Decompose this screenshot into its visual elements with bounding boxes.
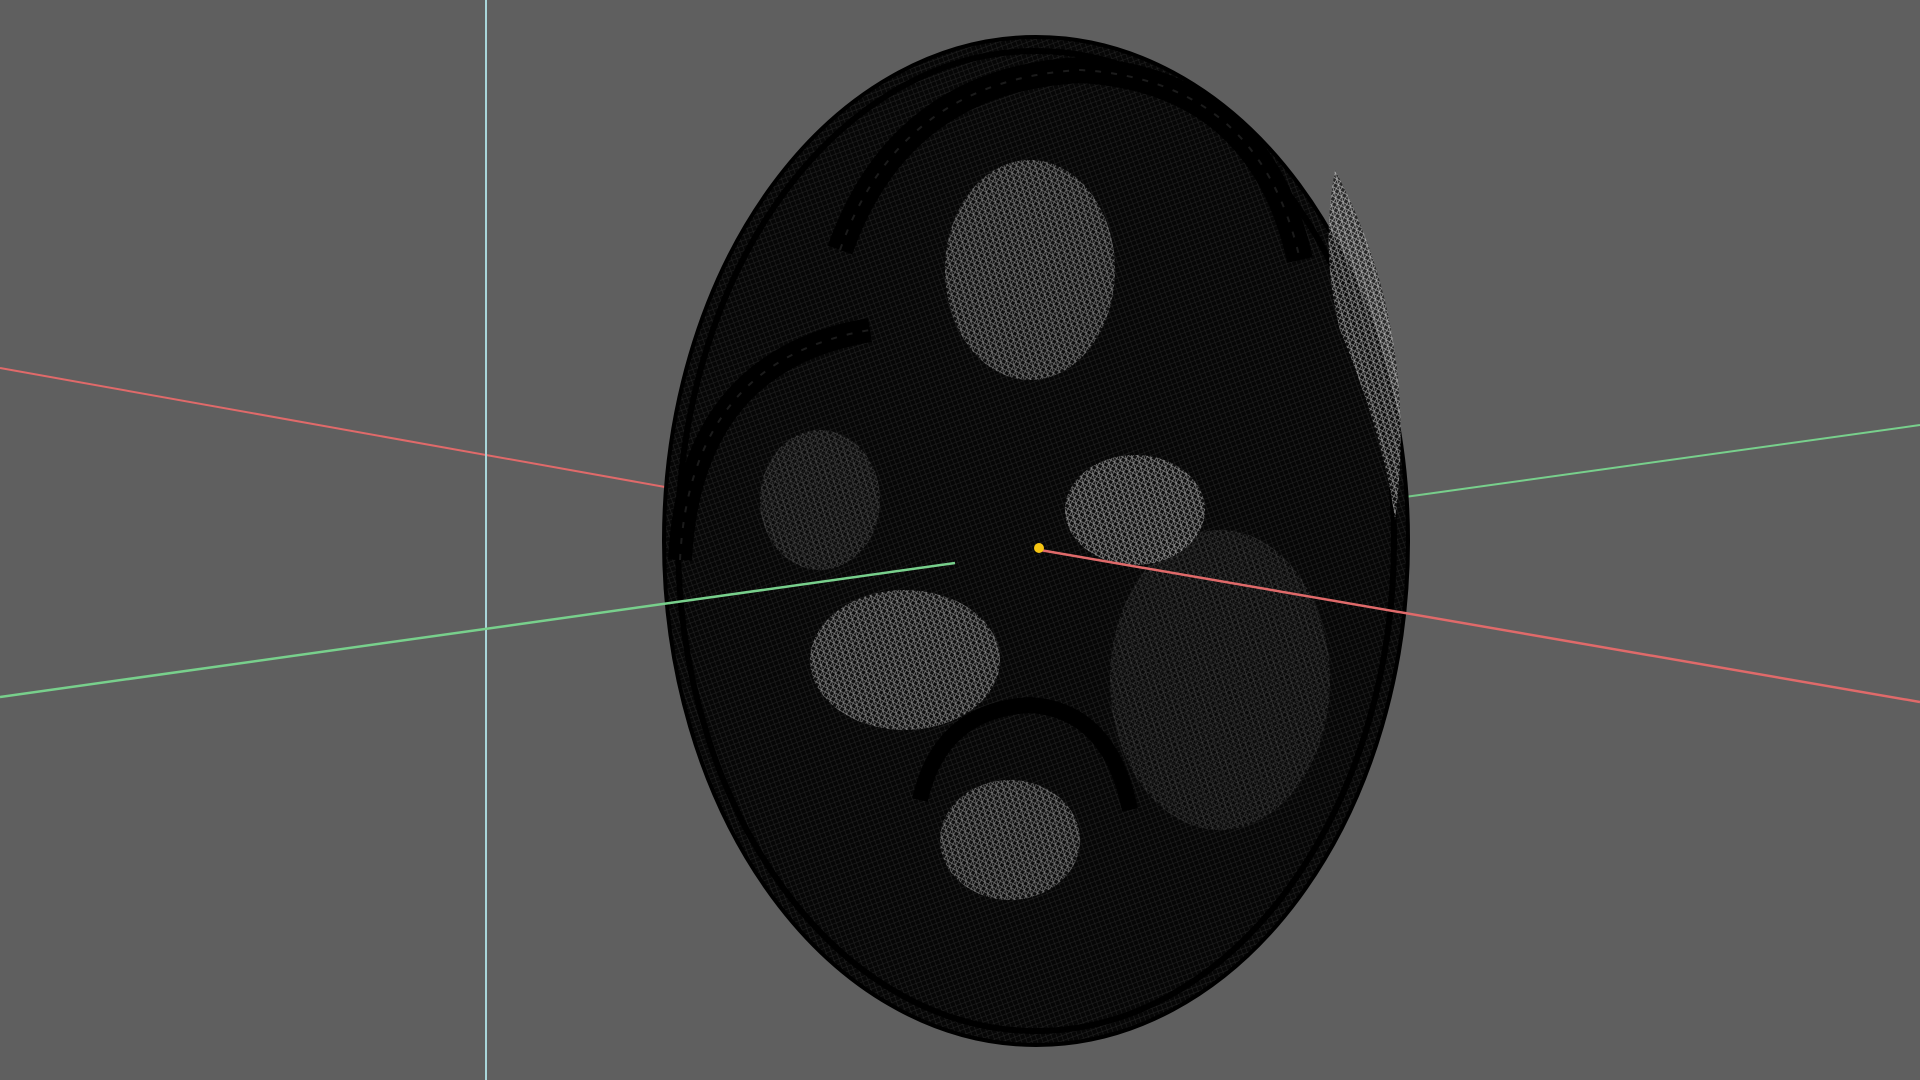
y-axis-line-right bbox=[1404, 424, 1920, 498]
3d-viewport[interactable] bbox=[0, 0, 1920, 1080]
x-axis-line-left bbox=[0, 367, 666, 488]
pivot-point[interactable] bbox=[1034, 543, 1044, 553]
wireframe-medallion-model[interactable] bbox=[662, 35, 1410, 1047]
viewport-canvas[interactable] bbox=[0, 0, 1920, 1080]
